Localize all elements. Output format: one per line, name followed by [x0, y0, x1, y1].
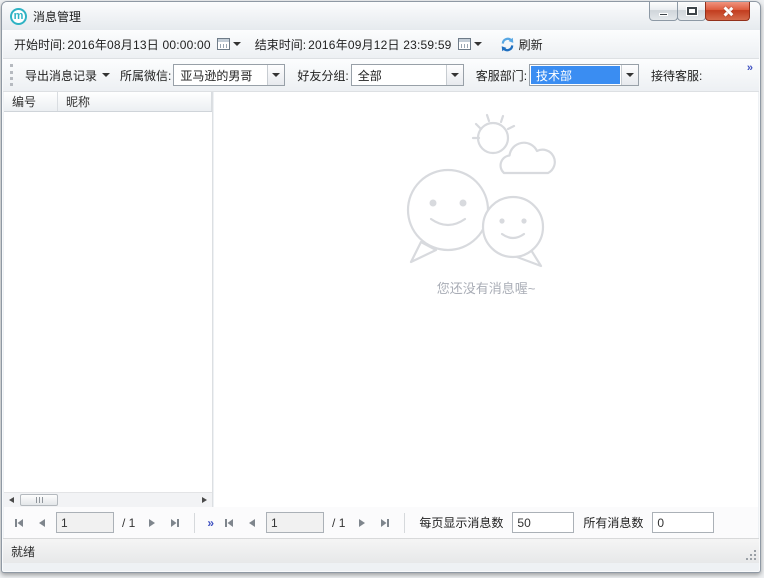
wechat-account-value: 亚马逊的男哥 — [180, 68, 253, 83]
reception-agent-label: 接待客服: — [651, 68, 703, 83]
first-page-icon — [225, 518, 234, 527]
refresh-label: 刷新 — [518, 37, 543, 52]
app-logo-icon: m — [10, 7, 27, 25]
export-messages-label: 导出消息记录 — [25, 68, 98, 83]
combo-dropdown-button[interactable] — [621, 65, 639, 85]
list-page-input[interactable] — [56, 512, 114, 533]
close-button[interactable] — [705, 2, 750, 21]
window-controls — [649, 2, 750, 21]
column-header-nickname[interactable]: 昵称 — [58, 92, 212, 111]
main-first-page-button[interactable] — [220, 514, 238, 532]
scroll-right-button[interactable] — [197, 493, 212, 507]
first-page-icon — [15, 518, 23, 527]
maximize-icon — [686, 7, 697, 15]
total-message-count-input[interactable] — [652, 512, 715, 533]
start-time-value[interactable]: 2016年08月13日 00:00:00 — [67, 36, 210, 53]
main-page-input[interactable] — [266, 512, 325, 533]
main-page-total: / 1 — [332, 515, 346, 530]
resize-grip-handle[interactable] — [744, 548, 756, 560]
column-header-id[interactable]: 编号 — [4, 92, 58, 111]
separator — [194, 512, 196, 533]
chevron-down-icon — [473, 42, 482, 46]
end-time-label: 结束时间: — [254, 37, 307, 52]
minimize-icon — [659, 13, 668, 16]
friend-group-select[interactable]: 全部 — [350, 64, 464, 86]
datetime-toolbar: 开始时间: 2016年08月13日 00:00:00 结束时间: 2016年09… — [3, 30, 759, 59]
horizontal-scrollbar[interactable] — [4, 492, 212, 507]
refresh-button[interactable]: 刷新 — [496, 34, 547, 55]
service-department-value: 技术部 — [531, 66, 621, 84]
main-next-page-button[interactable] — [353, 514, 371, 532]
toolbar-grip-handle[interactable] — [10, 64, 13, 86]
filter-toolbar: 导出消息记录 所属微信: 亚马逊的男哥 好友分组: 全部 客服部门: 技术部 接… — [3, 59, 759, 92]
list-page-total: / 1 — [122, 515, 136, 530]
triangle-left-icon — [9, 497, 14, 503]
triangle-right-icon — [202, 497, 207, 503]
logo-letter: m — [13, 9, 24, 22]
empty-state: 您还没有消息喔~ — [214, 110, 758, 297]
list-last-page-button[interactable] — [166, 514, 184, 532]
app-window: m 消息管理 开始时间: 2016年08月13日 00:00:00 结束时间: … — [1, 1, 761, 573]
prev-page-icon — [249, 518, 256, 527]
per-page-count-label: 每页显示消息数 — [419, 516, 504, 530]
friend-group-value: 全部 — [357, 68, 382, 83]
maximize-button[interactable] — [677, 2, 706, 21]
chevron-down-icon — [450, 73, 459, 77]
service-department-label: 客服部门: — [475, 68, 528, 83]
scroll-left-button[interactable] — [4, 493, 19, 507]
friend-group-label: 好友分组: — [297, 68, 349, 83]
chevron-down-icon — [272, 73, 281, 77]
list-header-row: 编号 昵称 — [4, 92, 212, 112]
last-page-icon — [171, 518, 180, 527]
list-next-page-button[interactable] — [143, 514, 161, 532]
close-icon — [722, 6, 733, 17]
export-messages-button[interactable]: 导出消息记录 — [19, 63, 116, 88]
message-list-panel: 编号 昵称 — [4, 92, 213, 507]
total-message-count-label: 所有消息数 — [583, 516, 644, 530]
list-pager-more-button[interactable]: » — [207, 516, 214, 530]
chevron-down-icon — [626, 73, 635, 77]
list-prev-page-button[interactable] — [33, 514, 51, 532]
scrollbar-thumb[interactable] — [20, 494, 58, 506]
end-date-picker-button[interactable] — [457, 38, 482, 50]
combo-dropdown-button[interactable] — [445, 65, 463, 85]
combo-dropdown-button[interactable] — [267, 65, 285, 85]
start-date-picker-button[interactable] — [216, 38, 241, 50]
main-prev-page-button[interactable] — [243, 514, 261, 532]
main-last-page-button[interactable] — [376, 514, 394, 532]
message-content-area: 您还没有消息喔~ — [214, 92, 758, 507]
service-department-select[interactable]: 技术部 — [529, 64, 640, 86]
toolbar-overflow-button[interactable]: » — [747, 62, 753, 74]
wechat-account-label: 所属微信: — [120, 68, 172, 83]
per-page-count-input[interactable] — [512, 512, 575, 533]
refresh-icon — [501, 37, 513, 51]
status-bar: 就绪 — [3, 538, 759, 563]
prev-page-icon — [39, 518, 45, 527]
wechat-account-select[interactable]: 亚马逊的男哥 — [173, 64, 286, 86]
last-page-icon — [381, 518, 390, 527]
start-time-label: 开始时间: — [14, 37, 66, 52]
end-time-value[interactable]: 2016年09月12日 23:59:59 — [308, 36, 451, 53]
empty-message-text: 您还没有消息喔~ — [436, 281, 536, 296]
list-first-page-button[interactable] — [10, 514, 28, 532]
empty-chat-illustration — [406, 113, 556, 268]
separator — [404, 512, 406, 533]
next-page-icon — [359, 518, 366, 527]
titlebar[interactable]: m 消息管理 — [2, 2, 760, 30]
window-title: 消息管理 — [33, 9, 82, 24]
calendar-icon — [457, 38, 471, 50]
chevron-down-icon — [232, 42, 241, 46]
chevron-down-icon — [102, 73, 111, 77]
minimize-button[interactable] — [649, 2, 678, 21]
pagination-bar: / 1 » / 1 每页显示消息数 所有消息数 — [4, 507, 758, 538]
calendar-icon — [216, 38, 230, 50]
next-page-icon — [149, 518, 156, 527]
status-text: 就绪 — [11, 544, 36, 559]
